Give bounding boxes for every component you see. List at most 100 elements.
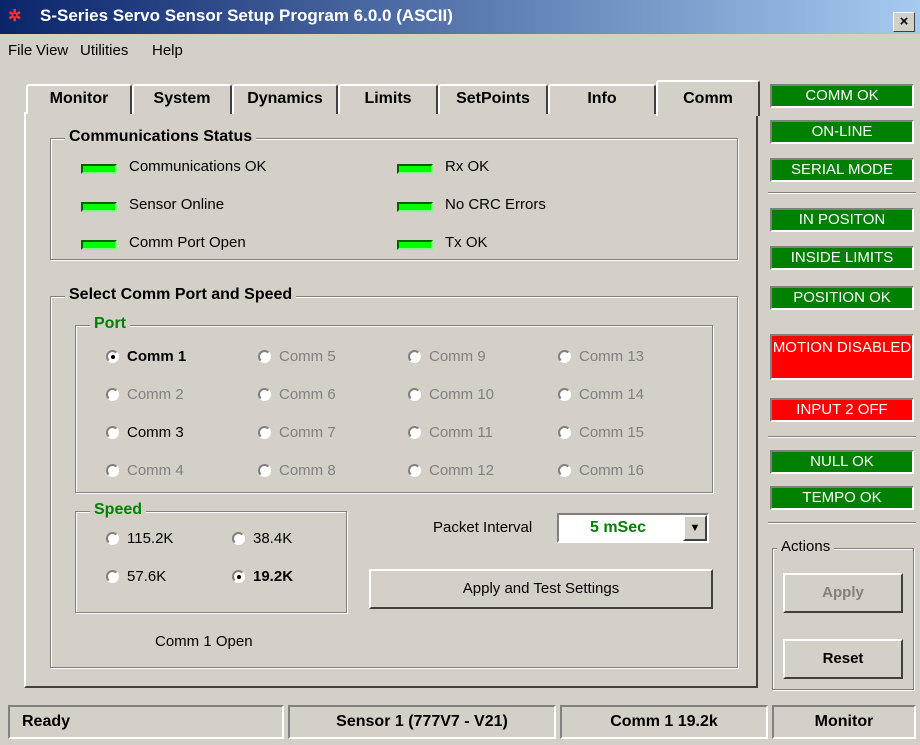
radio-label: Comm 3	[127, 424, 184, 441]
label-sensor-online: Sensor Online	[129, 196, 225, 213]
reset-button[interactable]: Reset	[783, 639, 903, 679]
radio-label: Comm 1	[127, 348, 187, 365]
packet-interval-label: Packet Interval	[433, 519, 533, 536]
radio-dot	[258, 388, 271, 401]
separator	[768, 522, 916, 524]
speed-radio-19k[interactable]: 19.2K	[232, 568, 293, 585]
menu-utilities[interactable]: Utilities	[80, 42, 128, 59]
tab-system[interactable]: System	[132, 84, 232, 114]
close-button[interactable]: ×	[893, 12, 915, 32]
tab-comm[interactable]: Comm	[656, 80, 760, 116]
indicator-on-line: ON-LINE	[770, 120, 914, 144]
comm-select-title: Select Comm Port and Speed	[65, 286, 297, 304]
radio-dot	[408, 350, 421, 363]
port-radio-comm-7[interactable]: Comm 7	[258, 424, 336, 441]
radio-dot	[558, 464, 571, 477]
led-tx-ok	[397, 240, 433, 250]
led-comm-ok	[81, 164, 117, 174]
radio-label: Comm 4	[127, 462, 184, 479]
separator	[768, 192, 916, 194]
port-radio-comm-16[interactable]: Comm 16	[558, 462, 644, 479]
radio-label: 57.6K	[127, 568, 167, 585]
radio-label: Comm 8	[279, 462, 336, 479]
tab-dynamics[interactable]: Dynamics	[232, 84, 338, 114]
radio-label: Comm 16	[579, 462, 645, 479]
radio-dot	[106, 570, 119, 583]
app-icon[interactable]: ✲	[8, 8, 28, 26]
indicator-comm-ok: COMM OK	[770, 84, 914, 108]
actions-group: Actions Apply Reset	[772, 538, 914, 690]
port-radio-comm-9[interactable]: Comm 9	[408, 348, 486, 365]
speed-radio-38k[interactable]: 38.4K	[232, 530, 292, 547]
radio-label: Comm 10	[429, 386, 495, 403]
status-mode: Monitor	[772, 705, 916, 739]
radio-label: 19.2K	[253, 568, 294, 585]
port-radio-comm-12[interactable]: Comm 12	[408, 462, 494, 479]
port-radio-comm-5[interactable]: Comm 5	[258, 348, 336, 365]
speed-radio-115k[interactable]: 115.2K	[106, 530, 173, 547]
chevron-down-icon[interactable]: ▼	[683, 515, 707, 541]
actions-title: Actions	[777, 538, 835, 555]
status-comm: Comm 1 19.2k	[560, 705, 768, 739]
radio-label: Comm 9	[429, 348, 486, 365]
tab-info[interactable]: Info	[548, 84, 656, 114]
radio-label: Comm 7	[279, 424, 336, 441]
radio-label: 38.4K	[253, 530, 293, 547]
indicator-position-ok: POSITION OK	[770, 286, 914, 310]
port-radio-comm-13[interactable]: Comm 13	[558, 348, 644, 365]
menu-bar: File View Utilities Help	[0, 38, 920, 64]
radio-label: Comm 2	[127, 386, 184, 403]
radio-label: Comm 13	[579, 348, 645, 365]
tab-setpoints[interactable]: SetPoints	[438, 84, 548, 114]
label-comm-ok: Communications OK	[129, 158, 267, 175]
port-radio-comm-2[interactable]: Comm 2	[106, 386, 184, 403]
indicator-input-2-off: INPUT 2 OFF	[770, 398, 914, 422]
radio-dot	[408, 388, 421, 401]
tab-limits[interactable]: Limits	[338, 84, 438, 114]
radio-dot	[106, 350, 119, 363]
speed-radio-57k[interactable]: 57.6K	[106, 568, 166, 585]
window-title: S-Series Servo Sensor Setup Program 6.0.…	[40, 6, 453, 25]
port-radio-comm-1[interactable]: Comm 1	[106, 348, 186, 365]
port-radio-comm-14[interactable]: Comm 14	[558, 386, 644, 403]
port-group: Port Comm 1 Comm 2 Comm 3 Comm 4 Comm 5 Comm …	[75, 315, 713, 493]
port-radio-comm-4[interactable]: Comm 4	[106, 462, 184, 479]
apply-button[interactable]: Apply	[783, 573, 903, 613]
label-tx-ok: Tx OK	[445, 234, 488, 251]
radio-dot	[106, 532, 119, 545]
label-comm-port-open: Comm Port Open	[129, 234, 246, 251]
speed-group: Speed 115.2K 38.4K 57.6K 19.2K	[75, 501, 347, 613]
radio-dot	[558, 426, 571, 439]
radio-dot	[106, 388, 119, 401]
indicator-motion-disabled: MOTION DISABLED	[770, 334, 914, 380]
port-title: Port	[90, 315, 130, 333]
led-sensor-online	[81, 202, 117, 212]
separator	[768, 436, 916, 438]
speed-title: Speed	[90, 501, 147, 519]
port-radio-comm-10[interactable]: Comm 10	[408, 386, 494, 403]
radio-label: Comm 11	[429, 424, 493, 441]
menu-help[interactable]: Help	[152, 42, 183, 59]
comm-select-group: Select Comm Port and Speed Port Comm 1 Co…	[50, 286, 738, 668]
label-no-crc-errors: No CRC Errors	[445, 196, 546, 213]
radio-dot	[558, 388, 571, 401]
tab-monitor[interactable]: Monitor	[26, 84, 132, 114]
indicator-inside-limits: INSIDE LIMITS	[770, 246, 914, 270]
apply-test-settings-button[interactable]: Apply and Test Settings	[369, 569, 713, 609]
radio-label: Comm 6	[279, 386, 336, 403]
comm-status-group: Communications Status Communications OK …	[50, 128, 738, 260]
menu-view[interactable]: View	[36, 42, 68, 59]
tab-panel: Communications Status Communications OK …	[24, 112, 758, 688]
menu-file[interactable]: File	[8, 42, 32, 59]
radio-label: Comm 5	[279, 348, 336, 365]
radio-dot	[408, 464, 421, 477]
port-radio-comm-15[interactable]: Comm 15	[558, 424, 644, 441]
port-radio-comm-8[interactable]: Comm 8	[258, 462, 336, 479]
port-radio-comm-3[interactable]: Comm 3	[106, 424, 184, 441]
status-sensor: Sensor 1 (777V7 - V21)	[288, 705, 556, 739]
radio-dot	[106, 426, 119, 439]
port-radio-comm-6[interactable]: Comm 6	[258, 386, 336, 403]
radio-dot	[258, 350, 271, 363]
packet-interval-dropdown[interactable]: 5 mSec ▼	[557, 513, 709, 543]
port-radio-comm-11[interactable]: Comm 11	[408, 424, 493, 441]
